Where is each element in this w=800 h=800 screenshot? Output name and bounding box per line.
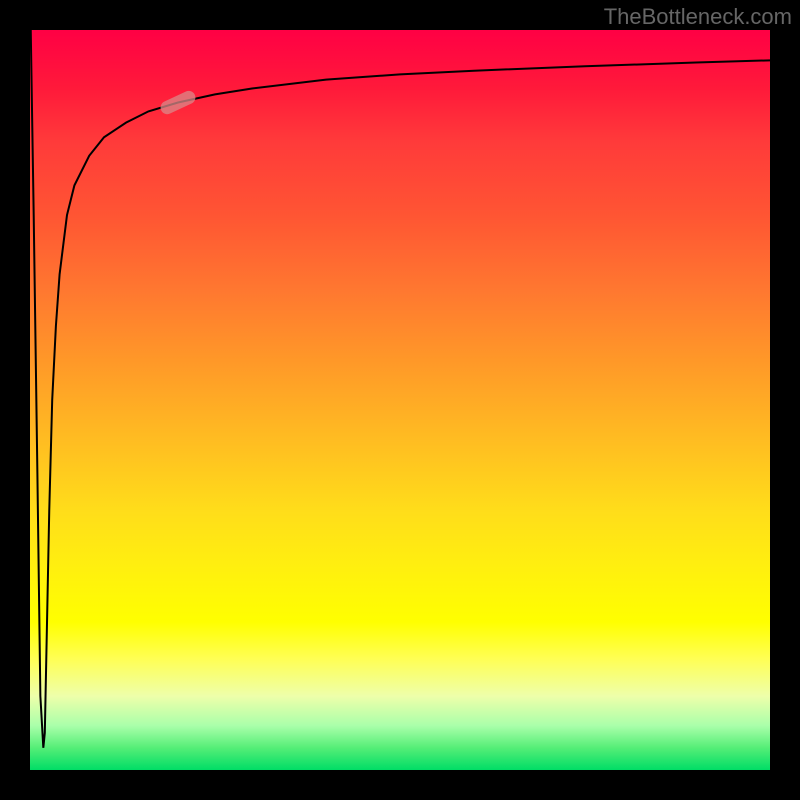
curve-path (31, 30, 770, 748)
bottom-axis-border (0, 770, 800, 800)
watermark-text: TheBottleneck.com (604, 4, 792, 30)
left-axis-border (0, 0, 30, 800)
curve-marker (158, 89, 197, 117)
plot-area (30, 30, 770, 770)
chart-svg (30, 30, 770, 770)
marker-group (158, 89, 197, 117)
